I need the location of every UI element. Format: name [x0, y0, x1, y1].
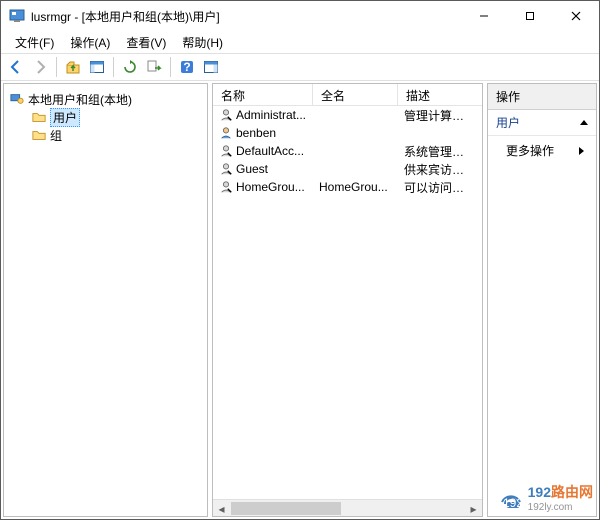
minimize-button[interactable] [461, 1, 507, 31]
body: 本地用户和组(本地) 用户 组 名称 全名 描述 Administrat... [1, 81, 599, 519]
tree-root[interactable]: 本地用户和组(本地) [8, 90, 203, 108]
scroll-left-arrow[interactable]: ◂ [213, 500, 230, 517]
folder-icon [32, 110, 46, 124]
user-disabled-icon [219, 180, 233, 194]
cell-name: Administrat... [236, 108, 306, 122]
show-hide-tree-button[interactable] [86, 56, 108, 78]
actions-pane: 操作 用户 更多操作 [487, 83, 597, 517]
tree-pane: 本地用户和组(本地) 用户 组 [3, 83, 208, 517]
tree-users-label: 用户 [50, 108, 80, 127]
list-row[interactable]: Administrat... 管理计算机(域)的 [213, 106, 482, 124]
horizontal-scrollbar[interactable]: ◂ ▸ [213, 499, 482, 516]
menu-view[interactable]: 查看(V) [118, 32, 174, 53]
tree-groups-label: 组 [50, 127, 62, 144]
export-list-button[interactable] [143, 56, 165, 78]
help-button[interactable]: ? [176, 56, 198, 78]
tree-root-label: 本地用户和组(本地) [28, 91, 132, 108]
list-row[interactable]: HomeGrou... HomeGrou... 可以访问计算机的 [213, 178, 482, 196]
scroll-thumb[interactable] [231, 502, 341, 515]
list-pane: 名称 全名 描述 Administrat... 管理计算机(域)的 benben… [212, 83, 483, 517]
app-icon [9, 8, 25, 24]
cell-name: DefaultAcc... [236, 144, 304, 158]
titlebar: lusrmgr - [本地用户和组(本地)\用户] [1, 1, 599, 31]
list-row[interactable]: benben [213, 124, 482, 142]
actions-more[interactable]: 更多操作 [488, 136, 596, 165]
tree-users[interactable]: 用户 [8, 108, 203, 126]
tree-groups[interactable]: 组 [8, 126, 203, 144]
forward-button[interactable] [29, 56, 51, 78]
user-icon [219, 126, 233, 140]
col-name[interactable]: 名称 [213, 84, 313, 105]
menubar: 文件(F) 操作(A) 查看(V) 帮助(H) [1, 31, 599, 53]
cell-desc: 可以访问计算机的 [398, 179, 482, 196]
back-button[interactable] [5, 56, 27, 78]
user-disabled-icon [219, 144, 233, 158]
window: lusrmgr - [本地用户和组(本地)\用户] 文件(F) 操作(A) 查看… [0, 0, 600, 520]
cell-fullname: HomeGrou... [313, 180, 398, 194]
computer-users-icon [10, 92, 24, 106]
svg-text:?: ? [183, 60, 190, 74]
chevron-right-icon [579, 147, 584, 155]
refresh-button[interactable] [119, 56, 141, 78]
list-body: Administrat... 管理计算机(域)的 benben DefaultA… [213, 106, 482, 499]
cell-desc: 管理计算机(域)的 [398, 107, 482, 124]
cell-name: HomeGrou... [236, 180, 305, 194]
user-disabled-icon [219, 108, 233, 122]
window-title: lusrmgr - [本地用户和组(本地)\用户] [31, 8, 461, 25]
cell-name: benben [236, 126, 276, 140]
actions-more-label: 更多操作 [506, 142, 554, 159]
menu-help[interactable]: 帮助(H) [174, 32, 231, 53]
show-hide-action-pane-button[interactable] [200, 56, 222, 78]
maximize-button[interactable] [507, 1, 553, 31]
col-description[interactable]: 描述 [398, 84, 482, 105]
cell-desc: 系统管理的用户帐 [398, 143, 482, 160]
actions-section-label: 用户 [496, 114, 520, 131]
menu-action[interactable]: 操作(A) [62, 32, 118, 53]
cell-desc: 供来宾访问计算机 [398, 161, 482, 178]
actions-header: 操作 [488, 84, 596, 110]
menu-file[interactable]: 文件(F) [7, 32, 62, 53]
collapse-icon [580, 120, 588, 125]
scroll-right-arrow[interactable]: ▸ [465, 500, 482, 517]
up-level-button[interactable] [62, 56, 84, 78]
col-fullname[interactable]: 全名 [313, 84, 398, 105]
cell-name: Guest [236, 162, 268, 176]
folder-icon [32, 128, 46, 142]
toolbar-divider [170, 57, 171, 77]
toolbar-divider [113, 57, 114, 77]
toolbar: ? [1, 53, 599, 81]
toolbar-divider [56, 57, 57, 77]
list-row[interactable]: Guest 供来宾访问计算机 [213, 160, 482, 178]
list-row[interactable]: DefaultAcc... 系统管理的用户帐 [213, 142, 482, 160]
user-disabled-icon [219, 162, 233, 176]
list-header: 名称 全名 描述 [213, 84, 482, 106]
actions-section[interactable]: 用户 [488, 110, 596, 136]
close-button[interactable] [553, 1, 599, 31]
